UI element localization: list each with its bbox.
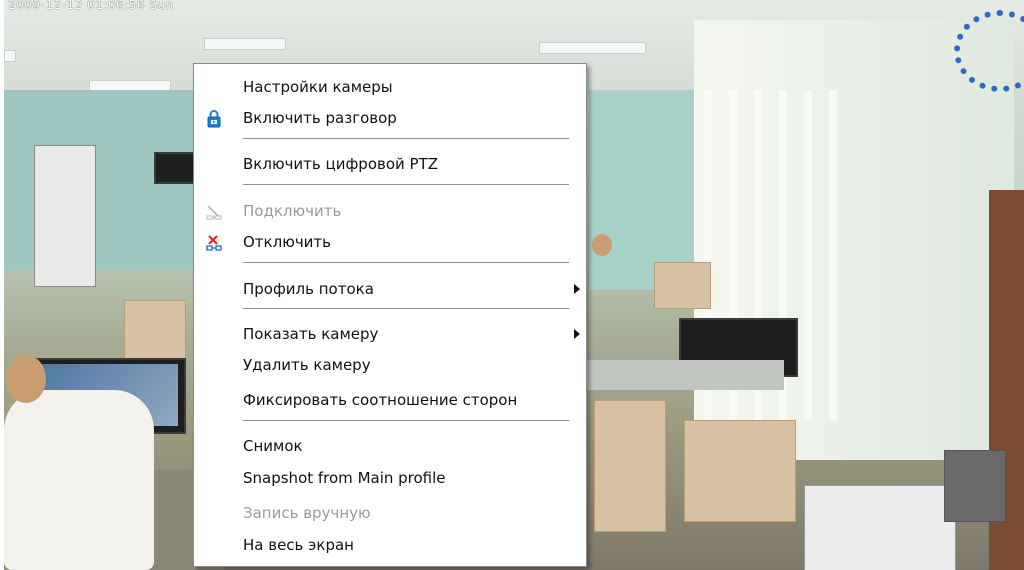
menu-item-connect: Подключить: [194, 197, 586, 227]
menu-separator: [243, 420, 569, 421]
ceiling-lamp: [4, 50, 16, 62]
person-head: [592, 234, 612, 256]
menu-item-label: Snapshot from Main profile: [243, 469, 446, 487]
menu-item-disconnect[interactable]: Отключить: [194, 228, 586, 258]
desk: [584, 360, 784, 390]
cardboard-box: [594, 400, 666, 532]
menu-item-label: Запись вручную: [243, 504, 371, 522]
menu-item-label: Фиксировать соотношение сторон: [243, 391, 518, 409]
left-rack: [34, 145, 96, 287]
menu-item-label: На весь экран: [243, 536, 354, 554]
menu-item-label: Включить цифровой PTZ: [243, 155, 439, 173]
submenu-arrow-icon: [574, 284, 580, 294]
menu-separator: [243, 184, 569, 185]
menu-item-label: Снимок: [243, 437, 303, 455]
camera-context-menu: Настройки камеры Включить разговор Включ…: [193, 63, 587, 567]
menu-item-label: Настройки камеры: [243, 78, 393, 96]
menu-item-label: Профиль потока: [243, 280, 374, 298]
window-blind: [829, 90, 837, 420]
seated-person: [4, 390, 154, 570]
menu-item-enable-digital-ptz[interactable]: Включить цифровой PTZ: [194, 150, 586, 180]
menu-item-snapshot[interactable]: Снимок: [194, 432, 586, 462]
printer: [804, 485, 956, 570]
disconnect-icon: [205, 234, 223, 252]
menu-item-label: Подключить: [243, 202, 342, 220]
wall-monitor: [154, 152, 198, 184]
lock-talk-icon: [205, 110, 223, 128]
cardboard-box: [654, 262, 711, 309]
cardboard-box: [124, 300, 186, 362]
menu-item-camera-settings[interactable]: Настройки камеры: [194, 73, 586, 103]
menu-item-fullscreen[interactable]: На весь экран: [194, 531, 586, 561]
menu-item-snapshot-main-profile[interactable]: Snapshot from Main profile: [194, 464, 586, 494]
menu-item-label: Удалить камеру: [243, 356, 371, 374]
menu-item-label: Показать камеру: [243, 325, 379, 343]
menu-item-delete-camera[interactable]: Удалить камеру: [194, 351, 586, 381]
camera-viewport[interactable]: 2009-12-12 01:06:56 Sun Настройки камеры…: [0, 0, 1024, 570]
menu-item-enable-talk[interactable]: Включить разговор: [194, 104, 586, 134]
ceiling-lamp: [204, 38, 286, 50]
submenu-arrow-icon: [574, 329, 580, 339]
back-wall: [589, 90, 699, 290]
cardboard-box: [684, 420, 796, 522]
menu-item-manual-record: Запись вручную: [194, 499, 586, 529]
menu-separator: [243, 308, 569, 309]
menu-item-label: Включить разговор: [243, 109, 397, 127]
camera-timestamp: 2009-12-12 01:06:56 Sun: [8, 0, 174, 12]
equipment-box: [944, 450, 1006, 522]
connect-icon: [205, 203, 223, 221]
menu-item-label: Отключить: [243, 233, 332, 251]
menu-separator: [243, 138, 569, 139]
menu-item-fix-aspect-ratio[interactable]: Фиксировать соотношение сторон: [194, 386, 586, 416]
menu-item-show-camera[interactable]: Показать камеру: [194, 320, 586, 350]
window-blind: [804, 90, 812, 420]
menu-separator: [243, 262, 569, 263]
menu-item-stream-profile[interactable]: Профиль потока: [194, 275, 586, 305]
window: [694, 20, 1014, 460]
ceiling-lamp: [539, 42, 646, 54]
person-head: [6, 355, 46, 403]
